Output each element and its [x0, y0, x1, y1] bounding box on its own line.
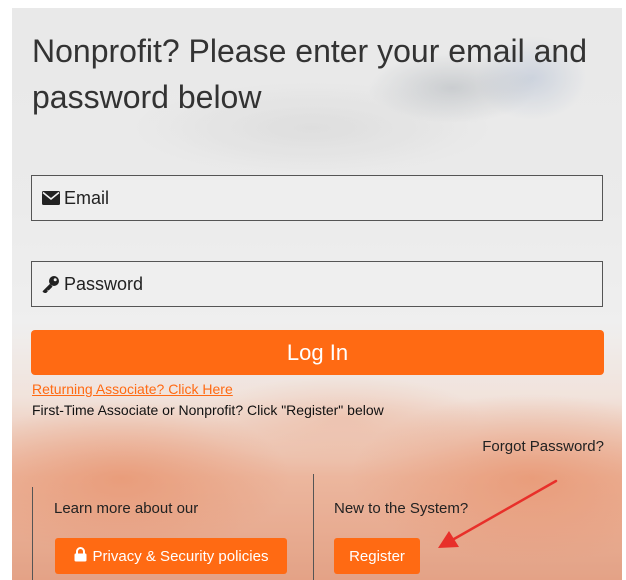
password-input[interactable]: Password: [31, 261, 603, 307]
register-button[interactable]: Register: [334, 538, 420, 574]
login-button[interactable]: Log In: [31, 330, 604, 375]
password-placeholder: Password: [64, 273, 144, 294]
annotation-arrow-icon: [438, 479, 558, 548]
envelope-icon: [42, 189, 64, 207]
lock-icon: [74, 546, 87, 566]
column-divider-left: [32, 487, 33, 580]
forgot-password-link[interactable]: Forgot Password?: [482, 438, 604, 455]
privacy-button-label: Privacy & Security policies: [92, 547, 269, 565]
column-divider-middle: [313, 474, 314, 580]
email-placeholder: Email: [64, 187, 110, 208]
page-heading: Nonprofit? Please enter your email and p…: [32, 33, 587, 115]
returning-associate-link[interactable]: Returning Associate? Click Here: [32, 381, 233, 397]
learn-more-text: Learn more about our: [54, 500, 199, 517]
key-icon: [42, 275, 64, 293]
email-input[interactable]: Email: [31, 175, 603, 221]
first-time-instructions: First-Time Associate or Nonprofit? Click…: [32, 402, 384, 418]
privacy-security-button[interactable]: Privacy & Security policies: [55, 538, 287, 574]
